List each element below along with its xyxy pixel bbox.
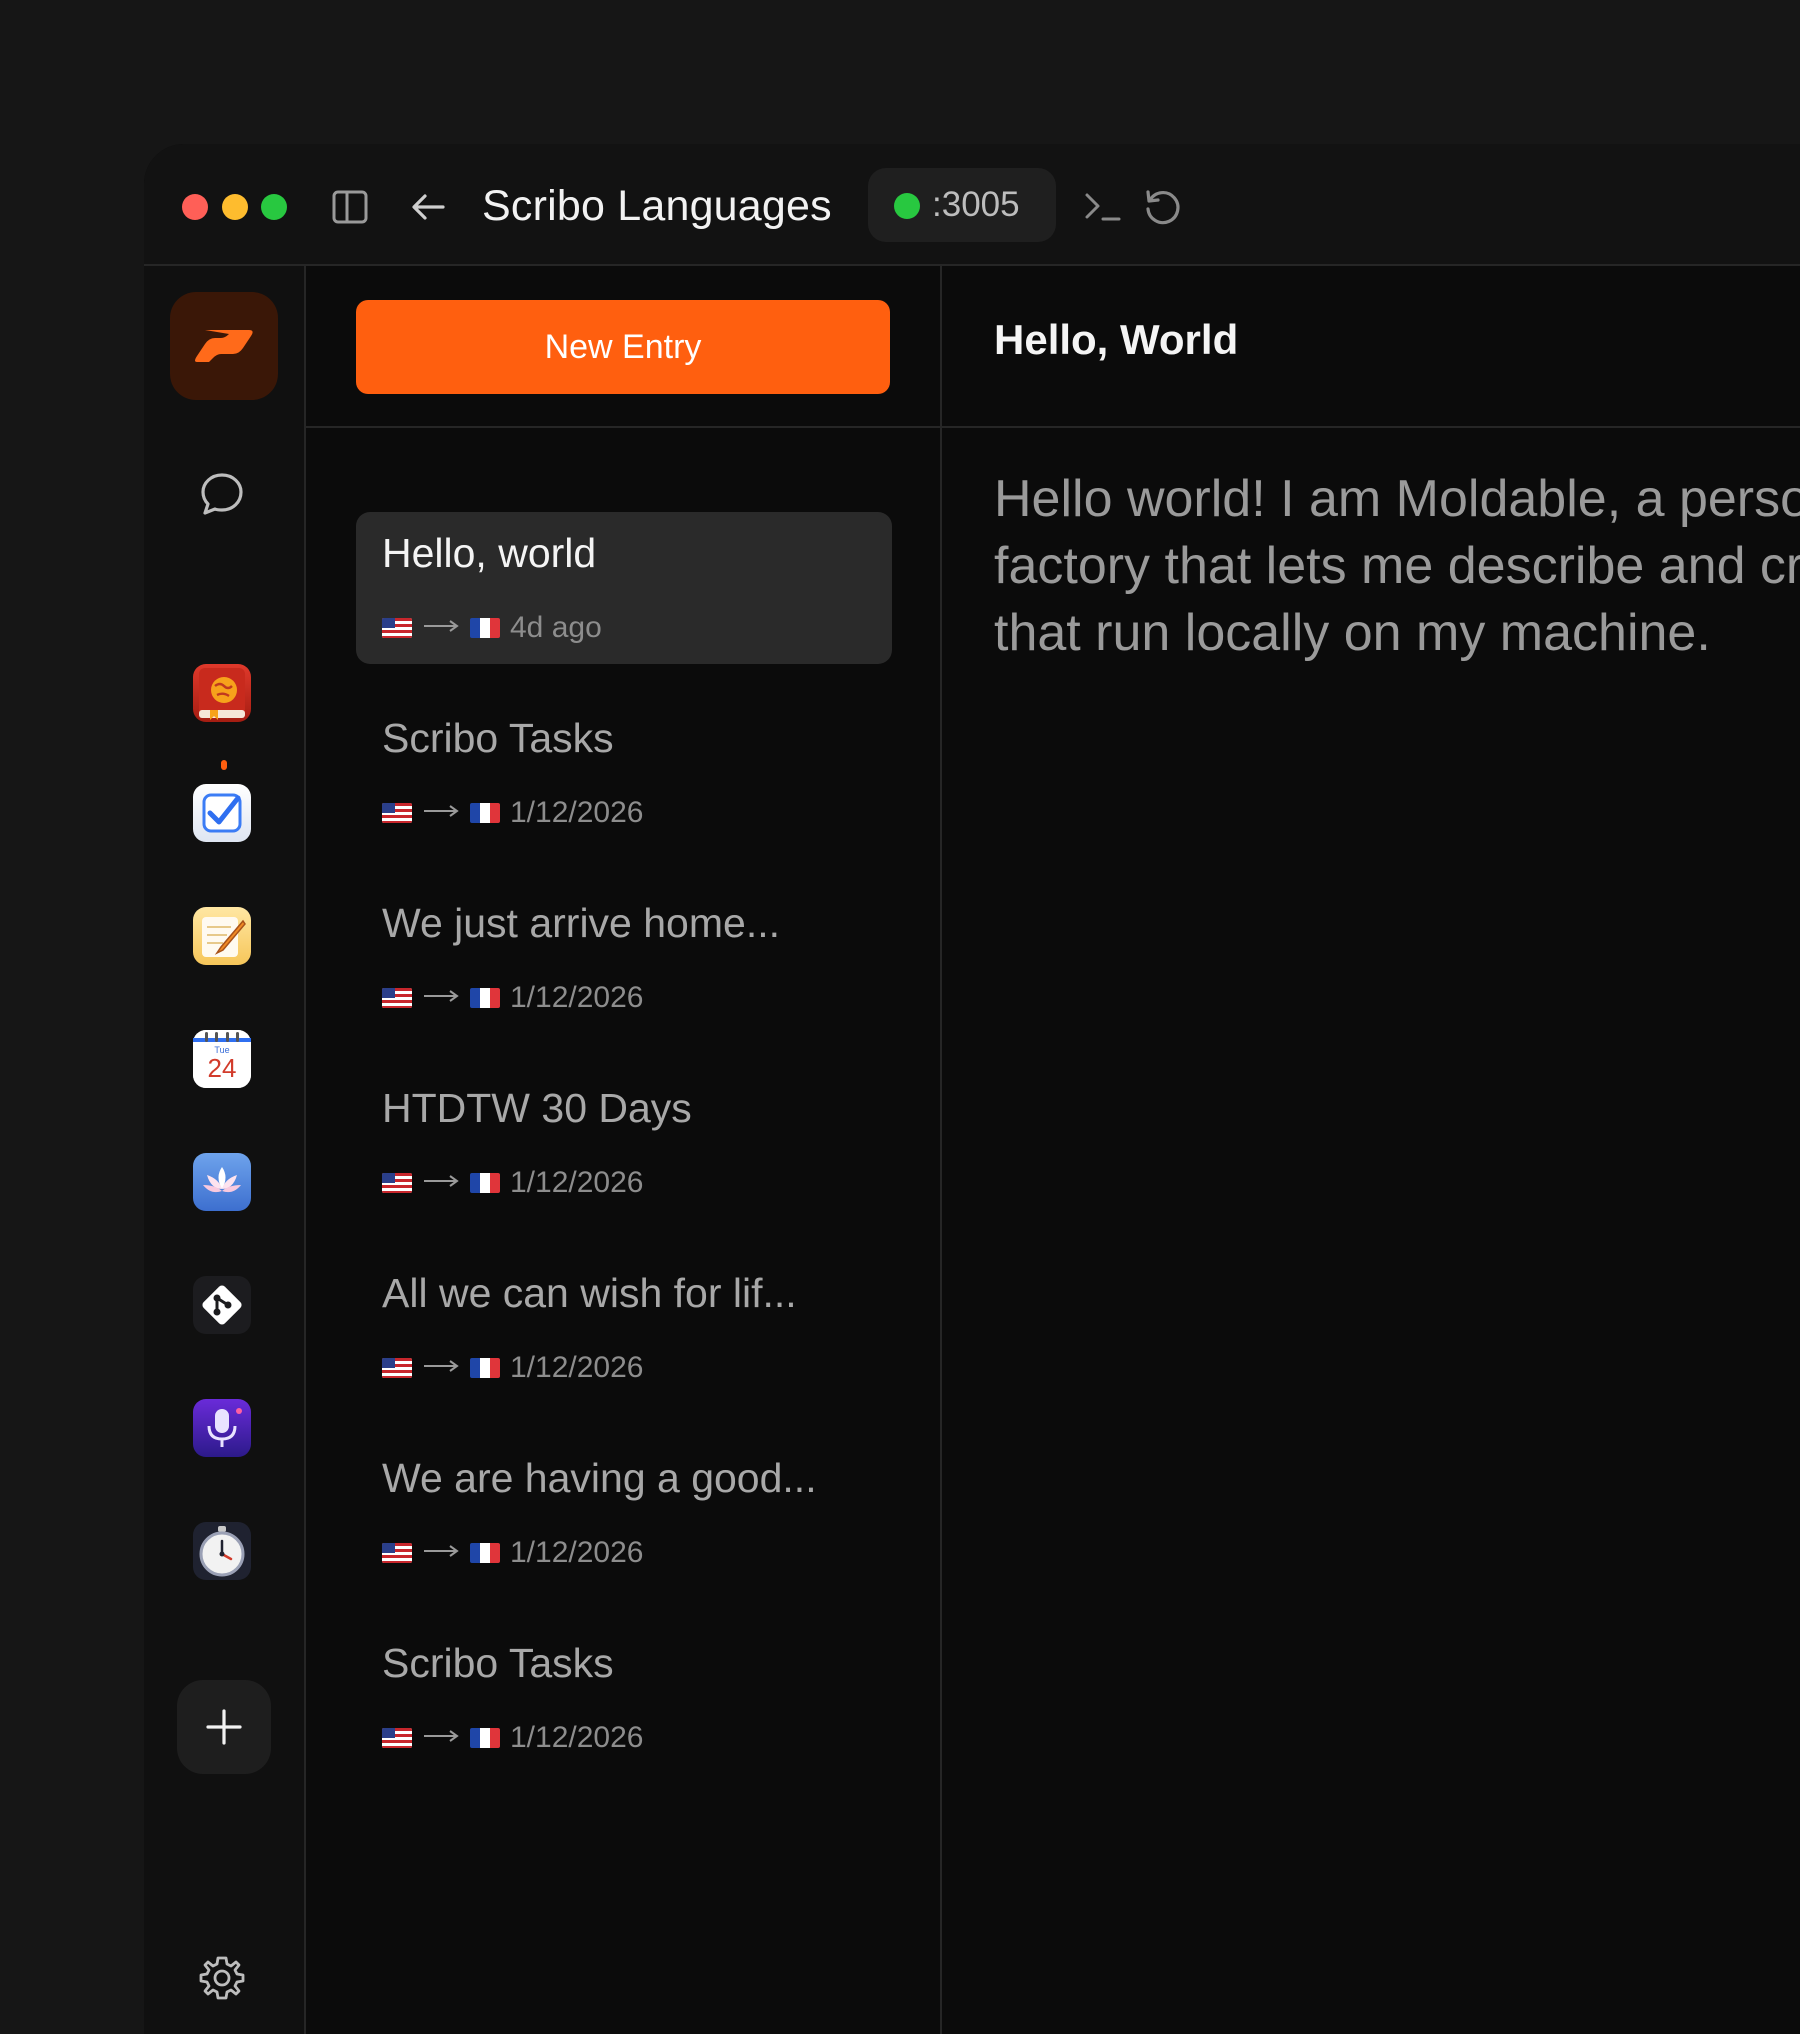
sidebar-toggle-icon[interactable] [325,182,375,232]
notepad-icon[interactable] [193,907,251,965]
chat-bubble-icon[interactable] [194,466,250,522]
entry-date: 1/12/2026 [510,1351,644,1384]
right-arrow-icon [423,1728,459,1749]
back-arrow-icon[interactable] [403,182,453,232]
fr-flag-icon [470,1728,500,1748]
us-flag-icon [382,988,412,1008]
entry-date: 1/12/2026 [510,1166,644,1199]
entry-detail-pane: Hello, World Hello world! I am Moldable,… [942,266,1800,2034]
entry-date: 1/12/2026 [510,1536,644,1569]
entry-body-text[interactable]: Hello world! I am Moldable, a personal s… [994,466,1800,667]
entry-list-item[interactable]: Hello, world 4d ago [356,512,892,664]
entry-title: We are having a good... [382,1455,817,1501]
app-rail: Tue 24 [144,266,306,2034]
stopwatch-icon[interactable] [193,1522,251,1580]
entry-language-meta: 1/12/2026 [382,1533,643,1573]
right-arrow-icon [423,1358,459,1379]
entry-title: Scribo Tasks [382,1640,614,1686]
active-app-indicator [221,760,227,770]
globe-book-icon[interactable] [193,664,251,722]
fr-flag-icon [470,988,500,1008]
git-icon[interactable] [193,1276,251,1334]
entry-language-meta: 1/12/2026 [382,1163,643,1203]
entry-title-heading[interactable]: Hello, World [994,316,1238,364]
new-entry-button[interactable]: New Entry [356,300,890,394]
fr-flag-icon [470,618,500,638]
entry-language-meta: 1/12/2026 [382,793,643,833]
us-flag-icon [382,1358,412,1378]
port-label: :3005 [932,185,1020,224]
right-arrow-icon [423,803,459,824]
entry-language-meta: 1/12/2026 [382,978,643,1018]
terminal-icon[interactable] [1078,182,1128,232]
entry-language-meta: 1/12/2026 [382,1718,643,1758]
title-bar: Scribo Languages :3005 [144,144,1800,266]
entry-list-item[interactable]: HTDTW 30 Days 1/12/2026 [356,1067,892,1219]
close-window-button[interactable] [182,194,208,220]
right-arrow-icon [423,618,459,639]
entry-list-item[interactable]: Scribo Tasks 1/12/2026 [356,1622,892,1774]
add-app-button[interactable] [177,1680,271,1774]
us-flag-icon [382,1728,412,1748]
fr-flag-icon [470,1358,500,1378]
entry-title: We just arrive home... [382,900,780,946]
entry-list-item[interactable]: We are having a good... 1/12/2026 [356,1437,892,1589]
minimize-window-button[interactable] [222,194,248,220]
scribo-logo-icon[interactable] [170,292,278,400]
entry-date: 1/12/2026 [510,1721,644,1754]
list-header: New Entry [306,266,940,428]
entry-list-item[interactable]: We just arrive home... 1/12/2026 [356,882,892,1034]
right-arrow-icon [423,1543,459,1564]
entry-date: 1/12/2026 [510,796,644,829]
us-flag-icon [382,1173,412,1193]
entry-title: Hello, world [382,530,597,576]
entry-title: All we can wish for lif... [382,1270,797,1316]
entry-language-meta: 4d ago [382,608,602,648]
app-title: Scribo Languages [482,182,832,230]
entry-list-item[interactable]: All we can wish for lif... 1/12/2026 [356,1252,892,1404]
app-window: Scribo Languages :3005 Tue 24 New Entry … [144,144,1800,2034]
us-flag-icon [382,618,412,638]
entry-date: 4d ago [510,611,602,644]
entry-date: 1/12/2026 [510,981,644,1014]
right-arrow-icon [423,1173,459,1194]
entry-language-meta: 1/12/2026 [382,1348,643,1388]
lotus-icon[interactable] [193,1153,251,1211]
fr-flag-icon [470,803,500,823]
right-arrow-icon [423,988,459,1009]
zoom-window-button[interactable] [261,194,287,220]
checkbox-icon[interactable] [193,784,251,842]
gear-icon[interactable] [194,1950,250,2006]
us-flag-icon [382,803,412,823]
entry-list-item[interactable]: Scribo Tasks 1/12/2026 [356,697,892,849]
calendar-date-number: 24 [208,1053,237,1083]
entry-title: HTDTW 30 Days [382,1085,692,1131]
server-status-dot [894,193,920,219]
calendar-icon[interactable]: Tue 24 [193,1030,251,1088]
reload-icon[interactable] [1137,182,1187,232]
us-flag-icon [382,1543,412,1563]
fr-flag-icon [470,1173,500,1193]
plus-icon [206,1709,242,1745]
fr-flag-icon [470,1543,500,1563]
microphone-icon[interactable] [193,1399,251,1457]
entry-list-panel: New Entry Hello, world 4d ago Scribo Tasks… [306,266,942,2034]
server-port-badge[interactable]: :3005 [868,168,1056,242]
detail-header: Hello, World [942,266,1800,428]
entry-title: Scribo Tasks [382,715,614,761]
